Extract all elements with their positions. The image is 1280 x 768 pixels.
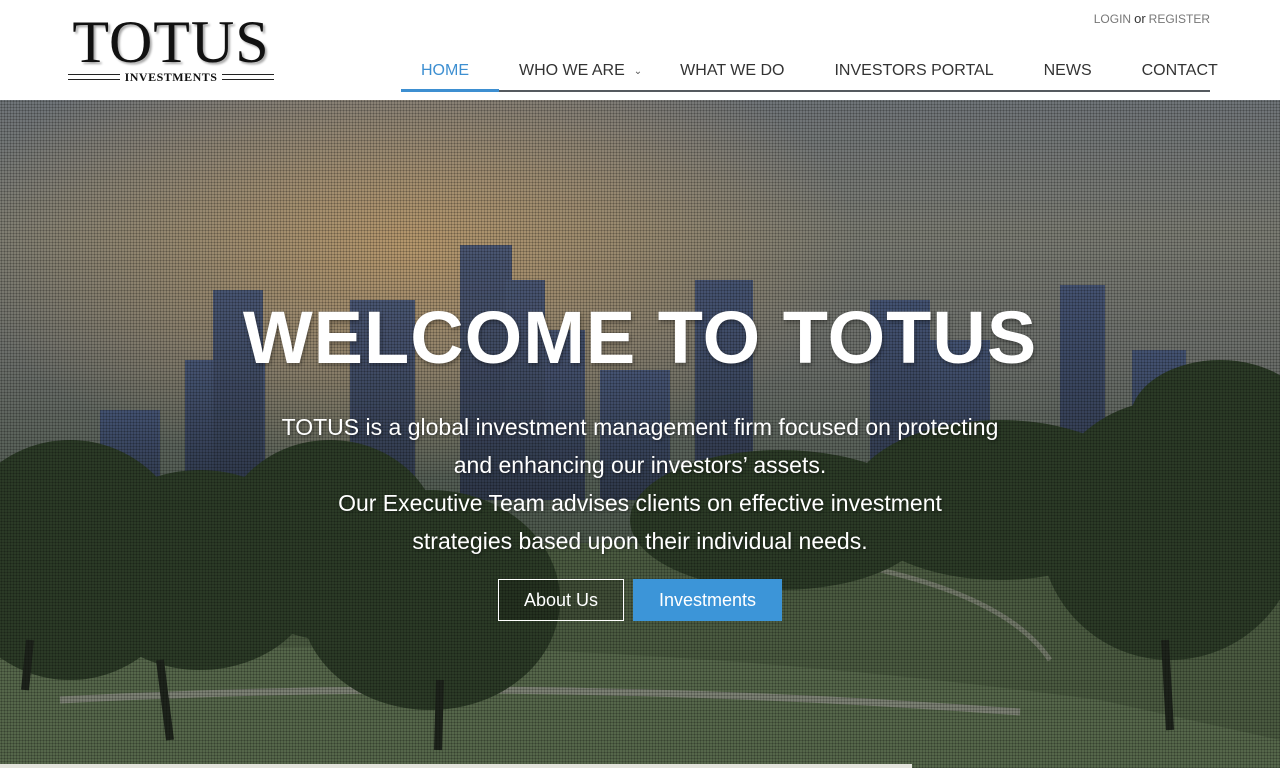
nav-item-what-we-do[interactable]: WHAT WE DO [676,52,834,90]
register-link[interactable]: REGISTER [1149,12,1210,26]
nav-item-label: NEWS [1043,62,1092,79]
login-link[interactable]: LOGIN [1094,12,1131,26]
about-us-button[interactable]: About Us [498,579,624,621]
totus-logo[interactable]: TOTUS INVESTMENTS [68,9,275,88]
hero-text-line: strategies based upon their individual n… [412,528,868,554]
investments-button[interactable]: Investments [633,579,782,621]
auth-separator: or [1134,11,1146,26]
nav-item-label: CONTACT [1141,62,1218,79]
logo-subtitle: INVESTMENTS [124,69,218,84]
nav-item-home[interactable]: HOME [401,52,499,92]
page: TOTUS INVESTMENTS LOGIN or REGISTER HOME W… [0,0,1280,768]
logo-rule-left [68,74,120,80]
hero-banner: WELCOME TO TOTUS TOTUS is a global inves… [0,100,1280,768]
logo-wordmark: TOTUS [72,9,270,75]
auth-links: LOGIN or REGISTER [1094,11,1210,26]
logo-rule-right [222,74,275,80]
nav-item-label: WHAT WE DO [680,62,785,79]
site-header: TOTUS INVESTMENTS LOGIN or REGISTER HOME W… [0,0,1280,100]
hero-text-line: TOTUS is a global investment management … [281,414,999,440]
nav-item-label: INVESTORS PORTAL [834,62,994,79]
nav-item-who-we-are[interactable]: WHO WE ARE ⌄ [499,52,676,90]
scroll-strip [0,764,912,768]
logo-subtitle-row: INVESTMENTS [68,69,275,84]
hero-text-line: Our Executive Team advises clients on ef… [338,490,942,516]
nav-item-contact[interactable]: CONTACT [1142,52,1218,90]
nav-item-label: HOME [421,62,469,79]
nav-item-investors-portal[interactable]: INVESTORS PORTAL [834,52,1043,90]
main-nav: HOME WHO WE ARE ⌄ WHAT WE DO INVESTORS P… [401,52,1218,92]
chevron-down-icon: ⌄ [633,65,643,77]
hero-text-line: and enhancing our investors’ assets. [453,452,827,478]
hero-title: WELCOME TO TOTUS [242,296,1038,379]
nav-item-news[interactable]: NEWS [1044,52,1142,90]
nav-item-label: WHO WE ARE [519,62,625,79]
hero-description: TOTUS is a global investment management … [240,408,1040,560]
